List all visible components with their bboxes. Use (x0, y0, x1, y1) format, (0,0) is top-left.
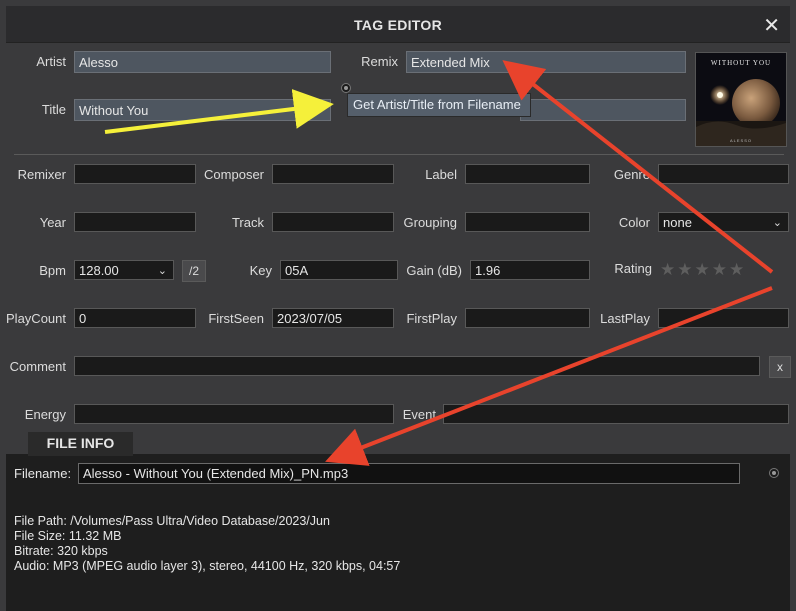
close-icon[interactable]: ✕ (763, 13, 780, 38)
key-field[interactable]: 05A (280, 260, 398, 280)
gain-label: Gain (dB) (406, 263, 462, 278)
cover-art-artist-mark: ALESSO (730, 138, 752, 143)
bpm-label: Bpm (39, 263, 66, 278)
label-label: Label (425, 167, 457, 182)
title-bar: TAG EDITOR ✕ (0, 0, 796, 44)
energy-label: Energy (24, 407, 66, 422)
cover-art-title: WITHOUT YOU (711, 59, 771, 67)
key-label: Key (249, 263, 272, 278)
chevron-down-icon: ⌄ (157, 265, 167, 277)
energy-field[interactable] (74, 404, 394, 424)
composer-label: Composer (204, 167, 264, 182)
firstseen-label: FirstSeen (208, 311, 264, 326)
event-field[interactable] (443, 404, 789, 424)
firstplay-field[interactable] (465, 308, 590, 328)
event-label: Event (402, 407, 436, 422)
title-extra-field[interactable] (520, 99, 686, 121)
color-select-value: none (663, 215, 692, 230)
rating-label: Rating (614, 261, 652, 276)
comment-label: Comment (9, 359, 66, 374)
clear-comment-button[interactable]: x (769, 356, 791, 378)
track-label: Track (231, 215, 264, 230)
genre-field[interactable] (658, 164, 789, 184)
firstplay-label: FirstPlay (406, 311, 457, 326)
year-label: Year (39, 215, 66, 230)
comment-field[interactable] (74, 356, 760, 376)
firstseen-field[interactable]: 2023/07/05 (272, 308, 394, 328)
title-bar-inner: TAG EDITOR ✕ (6, 6, 790, 43)
color-label: Color (618, 215, 650, 230)
genre-label: Genre (613, 167, 650, 182)
bpm-value: 128.00 (79, 263, 119, 278)
remixer-label: Remixer (17, 167, 66, 182)
artist-label: Artist (36, 54, 66, 69)
tab-file-info[interactable]: FILE INFO (28, 432, 133, 456)
bpm-select[interactable]: 128.00 ⌄ (74, 260, 174, 280)
audio-text: Audio: MP3 (MPEG audio layer 3), stereo,… (14, 559, 401, 573)
popup-menu-item-get-artist-title[interactable]: Get Artist/Title from Filename (347, 93, 531, 117)
lastplay-field[interactable] (658, 308, 789, 328)
track-field[interactable] (272, 212, 394, 232)
composer-field[interactable] (272, 164, 394, 184)
year-field[interactable] (74, 212, 196, 232)
color-select[interactable]: none ⌄ (658, 212, 789, 232)
title-field[interactable]: Without You (74, 99, 331, 121)
rating-stars[interactable]: ★★★★★ (660, 260, 746, 280)
cover-art-image: WITHOUT YOU ALESSO (696, 53, 786, 146)
remix-field[interactable]: Extended Mix (406, 51, 686, 73)
file-path-text: File Path: /Volumes/Pass Ultra/Video Dat… (14, 514, 330, 528)
grouping-label: Grouping (403, 215, 457, 230)
grouping-field[interactable] (465, 212, 590, 232)
file-size-text: File Size: 11.32 MB (14, 529, 122, 543)
label-field[interactable] (465, 164, 590, 184)
cover-art[interactable]: WITHOUT YOU ALESSO (695, 52, 787, 147)
remixer-field[interactable] (74, 164, 196, 184)
chevron-down-icon: ⌄ (772, 217, 782, 229)
filename-options-button[interactable] (769, 468, 779, 478)
window-title: TAG EDITOR (353, 17, 443, 33)
filename-label: Filename: (14, 466, 72, 481)
gain-field[interactable]: 1.96 (470, 260, 590, 280)
title-label: Title (41, 102, 66, 117)
bitrate-text: Bitrate: 320 kbps (14, 544, 108, 558)
section-divider (14, 154, 784, 155)
playcount-field[interactable]: 0 (74, 308, 196, 328)
artist-field[interactable]: Alesso (74, 51, 331, 73)
playcount-label: PlayCount (6, 311, 66, 326)
filename-field[interactable]: Alesso - Without You (Extended Mix)_PN.m… (78, 463, 740, 484)
lastplay-label: LastPlay (600, 311, 650, 326)
options-dot-button[interactable] (341, 83, 351, 93)
remix-label: Remix (361, 54, 398, 69)
